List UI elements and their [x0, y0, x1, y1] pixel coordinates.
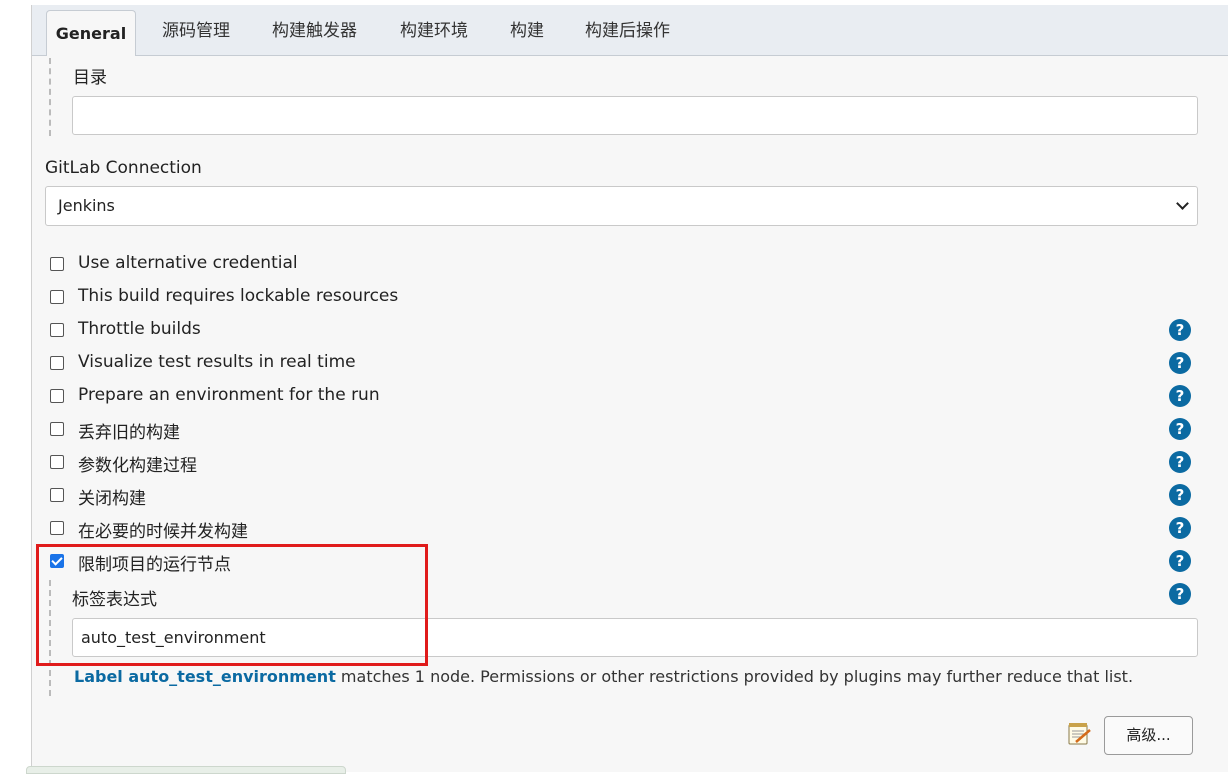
option-label[interactable]: Throttle builds [78, 319, 201, 339]
tab-build-triggers[interactable]: 构建触发器 [272, 16, 357, 41]
tab-general[interactable]: General [46, 10, 136, 56]
option-checkbox[interactable] [50, 521, 64, 535]
help-icon[interactable]: ? [1169, 385, 1191, 407]
gitlab-connection-label: GitLab Connection [45, 158, 202, 178]
option-label[interactable]: 关闭构建 [78, 484, 146, 509]
label-link[interactable]: Label auto_test_environment [74, 667, 336, 686]
tab-source-management[interactable]: 源码管理 [162, 16, 230, 41]
option-checkbox[interactable] [50, 323, 64, 337]
advanced-button[interactable]: 高级... [1104, 716, 1193, 755]
option-checkbox[interactable] [50, 422, 64, 436]
highlight-box [36, 544, 428, 666]
chevron-down-icon [1176, 197, 1189, 210]
notepad-icon[interactable] [1066, 722, 1092, 746]
section-divider [49, 58, 51, 136]
gitlab-connection-select[interactable]: Jenkins [45, 186, 1198, 226]
option-row: Prepare an environment for the run [49, 385, 1209, 413]
option-checkbox[interactable] [50, 455, 64, 469]
help-icon[interactable]: ? [1169, 484, 1191, 506]
option-row: 关闭构建 [49, 484, 1209, 512]
tab-build-environment[interactable]: 构建环境 [400, 16, 468, 41]
option-row: Visualize test results in real time [49, 352, 1209, 380]
option-row: 参数化构建过程 [49, 451, 1209, 479]
option-checkbox[interactable] [50, 257, 64, 271]
option-row: Throttle builds [49, 319, 1209, 347]
option-checkbox[interactable] [50, 488, 64, 502]
directory-label: 目录 [73, 68, 107, 88]
help-icon[interactable]: ? [1169, 451, 1191, 473]
tab-bar: General 源码管理 构建触发器 构建环境 构建 构建后操作 [32, 5, 1228, 56]
option-label[interactable]: 参数化构建过程 [78, 451, 197, 476]
label-expression-hint: Label auto_test_environment matches 1 no… [74, 667, 1133, 686]
option-checkbox[interactable] [50, 389, 64, 403]
option-label[interactable]: Prepare an environment for the run [78, 385, 380, 405]
directory-input[interactable] [72, 96, 1198, 135]
option-row: This build requires lockable resources [49, 286, 1209, 314]
bottom-bar-edge [26, 766, 346, 774]
help-icon[interactable]: ? [1169, 352, 1191, 374]
option-label[interactable]: 丢弃旧的构建 [78, 418, 180, 443]
help-icon[interactable]: ? [1169, 517, 1191, 539]
option-checkbox[interactable] [50, 290, 64, 304]
option-label[interactable]: Visualize test results in real time [78, 352, 356, 372]
tab-post-build-actions[interactable]: 构建后操作 [585, 16, 670, 41]
option-row: Use alternative credential [49, 253, 1209, 281]
help-icon[interactable]: ? [1169, 418, 1191, 440]
help-icon[interactable]: ? [1169, 550, 1191, 572]
help-icon[interactable]: ? [1169, 319, 1191, 341]
option-label[interactable]: 在必要的时候并发构建 [78, 517, 248, 542]
option-checkbox[interactable] [50, 356, 64, 370]
option-row: 在必要的时候并发构建 [49, 517, 1209, 545]
tab-build[interactable]: 构建 [510, 16, 544, 41]
option-label[interactable]: Use alternative credential [78, 253, 298, 273]
option-label[interactable]: This build requires lockable resources [78, 286, 398, 306]
gitlab-connection-value: Jenkins [58, 196, 115, 215]
help-icon[interactable]: ? [1169, 583, 1191, 605]
option-row: 丢弃旧的构建 [49, 418, 1209, 446]
hint-text: matches 1 node. Permissions or other res… [335, 667, 1134, 686]
